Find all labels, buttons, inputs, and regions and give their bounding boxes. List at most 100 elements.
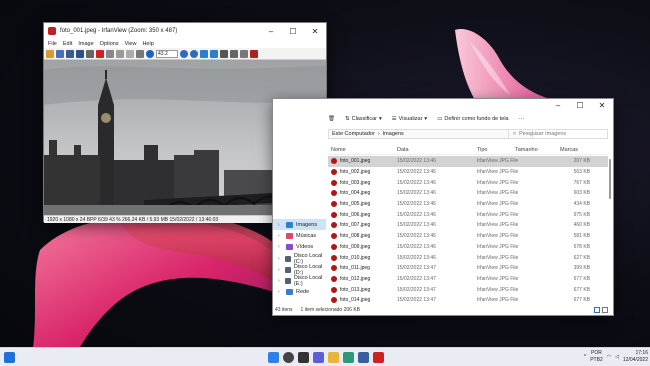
- clock[interactable]: 17:16 12/04/2022: [623, 350, 648, 363]
- table-row[interactable]: foto_014.jpeg 15/02/2022 13:47 IrfanView J…: [328, 295, 608, 306]
- chevron-right-icon[interactable]: ›: [278, 267, 282, 273]
- explorer-maximize-button[interactable]: ☐: [569, 99, 591, 111]
- maximize-button[interactable]: ☐: [282, 23, 304, 39]
- menu-file[interactable]: File: [48, 41, 57, 47]
- column-type[interactable]: Tipo: [477, 147, 515, 153]
- volume-icon[interactable]: ◁: [615, 354, 619, 360]
- irfanview-logo-icon[interactable]: [250, 49, 258, 58]
- breadcrumb-images[interactable]: Imagens: [383, 131, 404, 137]
- print-icon[interactable]: [86, 49, 94, 58]
- table-row[interactable]: foto_013.jpeg 15/02/2022 13:47 IrfanView J…: [328, 284, 608, 295]
- set-wallpaper-button[interactable]: ▭ Definir como fundo de tela: [437, 116, 508, 122]
- edge-icon[interactable]: [343, 352, 354, 363]
- cut-icon[interactable]: [106, 49, 114, 58]
- close-button[interactable]: ✕: [304, 23, 326, 39]
- chat-icon[interactable]: [313, 352, 324, 363]
- file-date-cell: 15/02/2022 13:46: [397, 254, 436, 261]
- chevron-right-icon[interactable]: ›: [278, 278, 282, 284]
- next-arrow-icon[interactable]: [210, 49, 218, 58]
- table-row[interactable]: foto_009.jpeg 15/02/2022 13:46 IrfanView J…: [328, 242, 608, 253]
- wifi-icon[interactable]: ◠: [607, 354, 611, 360]
- start-button-icon[interactable]: [268, 352, 279, 363]
- nav-item[interactable]: › Disco Local (C:): [273, 253, 326, 265]
- chevron-right-icon[interactable]: ›: [278, 244, 283, 250]
- search-input[interactable]: Pesquisar Imagens: [519, 131, 566, 137]
- search-box[interactable]: ⌕ Pesquisar Imagens: [508, 129, 608, 139]
- table-row[interactable]: foto_002.jpeg 15/02/2022 13:46 IrfanView J…: [328, 167, 608, 178]
- column-date[interactable]: Data: [397, 147, 477, 153]
- column-size[interactable]: Tamanho: [515, 147, 560, 153]
- nav-item[interactable]: › Disco Local (E:): [273, 275, 326, 287]
- nav-item[interactable]: › Imagens: [273, 219, 326, 231]
- nav-item[interactable]: › Disco Local (D:): [273, 264, 326, 276]
- sort-button[interactable]: ⇅ Classificar ▾: [345, 116, 382, 122]
- delete-icon[interactable]: 🗑: [328, 116, 335, 122]
- details-view-icon[interactable]: [594, 307, 600, 313]
- table-row[interactable]: foto_007.jpeg 15/02/2022 13:46 IrfanView J…: [328, 220, 608, 231]
- explorer-window[interactable]: – ☐ ✕ 🗑 ⇅ Classificar ▾ ☰ Visualizar ▾ ▭…: [272, 98, 614, 316]
- info-icon[interactable]: [146, 49, 154, 58]
- menu-options[interactable]: Options: [100, 41, 119, 47]
- windows-logo-icon[interactable]: [4, 352, 15, 363]
- open-icon[interactable]: [46, 49, 54, 58]
- tiles-view-icon[interactable]: [602, 307, 608, 313]
- jpeg-file-icon: [331, 179, 337, 186]
- paint-icon[interactable]: [230, 49, 238, 58]
- search-icon[interactable]: [283, 352, 294, 363]
- delete-icon[interactable]: [96, 49, 104, 58]
- language-indicator[interactable]: POR PTB2: [590, 350, 603, 363]
- jpeg-file-icon: [331, 233, 337, 240]
- table-row[interactable]: foto_012.jpeg 15/02/2022 13:47 IrfanView J…: [328, 274, 608, 285]
- slideshow-icon[interactable]: [56, 49, 64, 58]
- column-tags[interactable]: Marcas: [560, 147, 608, 153]
- view-button[interactable]: ☰ Visualizar ▾: [392, 116, 427, 122]
- address-bar[interactable]: Este Computador › Imagens: [328, 129, 533, 139]
- zoom-out-icon[interactable]: [190, 49, 198, 58]
- store-icon[interactable]: [358, 352, 369, 363]
- paste-icon[interactable]: [126, 49, 134, 58]
- table-row[interactable]: foto_004.jpeg 15/02/2022 13:46 IrfanView J…: [328, 188, 608, 199]
- irfanview-titlebar[interactable]: foto_001.jpeg - IrfanView (Zoom: 350 x 4…: [44, 23, 326, 39]
- table-row[interactable]: foto_003.jpeg 15/02/2022 13:46 IrfanView J…: [328, 177, 608, 188]
- minimize-button[interactable]: –: [260, 23, 282, 39]
- thumbnails-icon[interactable]: [66, 49, 74, 58]
- menu-view[interactable]: View: [125, 41, 137, 47]
- zoom-in-icon[interactable]: [180, 49, 188, 58]
- menu-image[interactable]: Image: [78, 41, 93, 47]
- scrollbar[interactable]: [609, 159, 611, 199]
- more-button[interactable]: ···: [519, 116, 525, 122]
- nav-item[interactable]: › Rede: [273, 287, 326, 298]
- copy-icon[interactable]: [116, 49, 124, 58]
- column-name[interactable]: Nome: [328, 147, 397, 153]
- file-explorer-icon[interactable]: [328, 352, 339, 363]
- menu-help[interactable]: Help: [142, 41, 153, 47]
- chevron-right-icon[interactable]: ›: [278, 222, 283, 228]
- table-row[interactable]: foto_011.jpeg 15/02/2022 13:47 IrfanView J…: [328, 263, 608, 274]
- save-icon[interactable]: [76, 49, 84, 58]
- nav-item[interactable]: › Vídeos: [273, 242, 326, 253]
- chevron-up-icon[interactable]: ^: [584, 354, 586, 360]
- explorer-close-button[interactable]: ✕: [591, 99, 613, 111]
- task-view-icon[interactable]: [298, 352, 309, 363]
- table-row[interactable]: foto_010.jpeg 15/02/2022 13:46 IrfanView J…: [328, 252, 608, 263]
- file-name-cell: foto_008.jpeg: [328, 233, 397, 240]
- undo-icon[interactable]: [136, 49, 144, 58]
- table-row[interactable]: foto_008.jpeg 15/02/2022 13:46 IrfanView J…: [328, 231, 608, 242]
- chevron-right-icon[interactable]: ›: [278, 256, 282, 262]
- table-row[interactable]: foto_001.jpeg 15/02/2022 13:46 IrfanView J…: [328, 156, 608, 167]
- table-row[interactable]: foto_006.jpeg 15/02/2022 13:46 IrfanView J…: [328, 209, 608, 220]
- zoom-input[interactable]: 43.2: [156, 49, 178, 58]
- table-row[interactable]: foto_005.jpeg 15/02/2022 13:46 IrfanView J…: [328, 199, 608, 210]
- explorer-minimize-button[interactable]: –: [547, 99, 569, 111]
- chevron-right-icon[interactable]: ›: [278, 233, 283, 239]
- prev-arrow-icon[interactable]: [200, 49, 208, 58]
- irfanview-taskbar-icon[interactable]: [373, 352, 384, 363]
- nav-item[interactable]: › Músicas: [273, 230, 326, 241]
- settings-icon[interactable]: [240, 49, 248, 58]
- jpeg-file-icon: [331, 265, 337, 272]
- file-size-cell: 460 KB: [573, 222, 590, 229]
- fit-icon[interactable]: [220, 49, 228, 58]
- menu-edit[interactable]: Edit: [63, 41, 72, 47]
- chevron-right-icon[interactable]: ›: [278, 289, 283, 295]
- breadcrumb-this-pc[interactable]: Este Computador: [332, 131, 375, 137]
